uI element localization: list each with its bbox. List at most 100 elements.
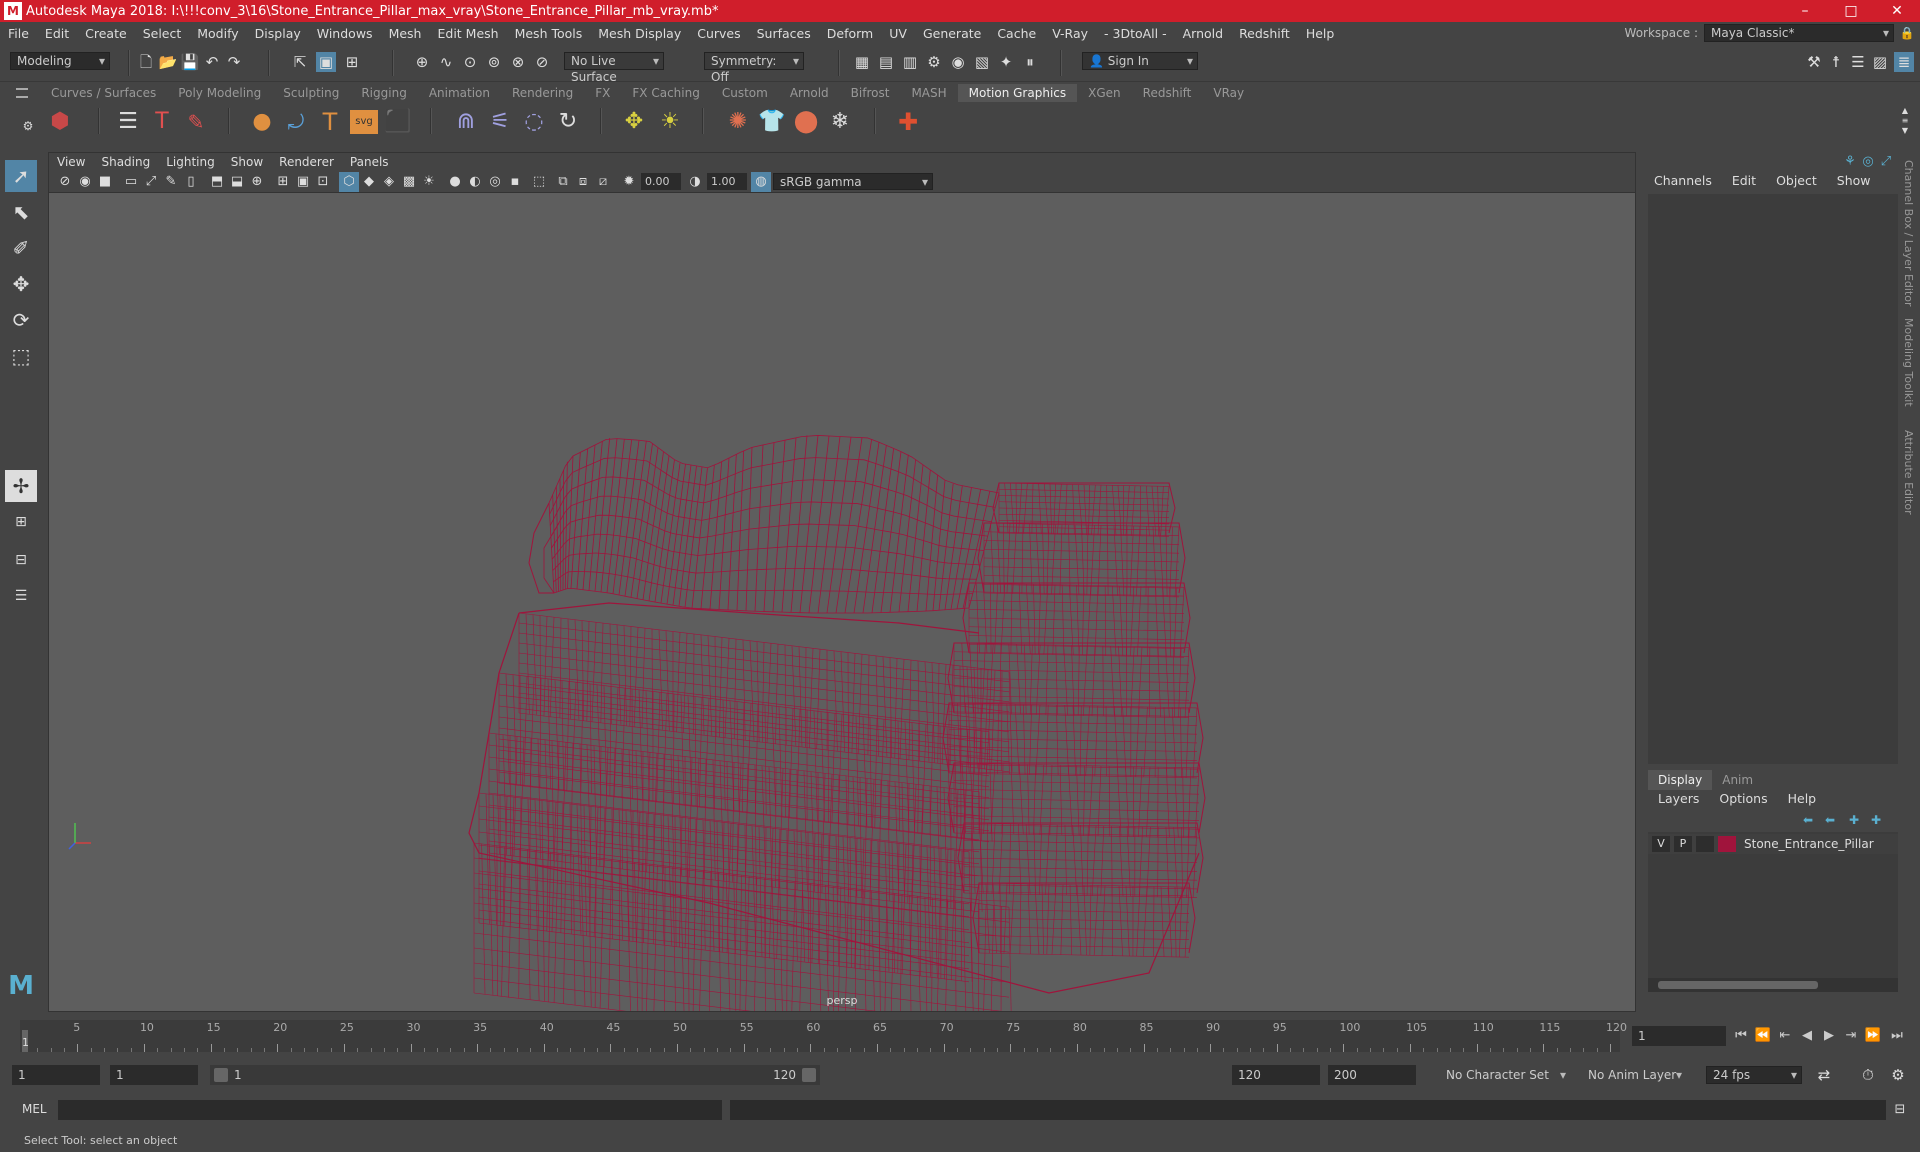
channel-object-menu[interactable]: Object: [1766, 172, 1827, 190]
range-start-handle[interactable]: [214, 1068, 228, 1082]
close-button[interactable]: ✕: [1874, 0, 1920, 22]
menu-mesh[interactable]: Mesh: [381, 26, 430, 41]
menu-surfaces[interactable]: Surfaces: [749, 26, 819, 41]
lasso-icon[interactable]: ◌: [520, 108, 548, 136]
camera-select-icon[interactable]: ⊘: [55, 172, 75, 192]
rotate-tool-icon[interactable]: ⟳: [5, 304, 37, 336]
new-scene-icon[interactable]: 🗋: [136, 52, 156, 72]
tool-settings-icon[interactable]: ▨: [1870, 52, 1890, 72]
layer-options-menu[interactable]: Options: [1709, 790, 1777, 808]
side-tab-attribute-editor[interactable]: Attribute Editor: [1902, 430, 1915, 515]
hair-icon[interactable]: ⚟: [486, 108, 514, 136]
ambient-occlusion-icon[interactable]: ◐: [465, 172, 485, 192]
menu-uv[interactable]: UV: [881, 26, 915, 41]
snap-edge-icon[interactable]: ⊘: [532, 52, 552, 72]
save-scene-icon[interactable]: 💾: [180, 52, 200, 72]
anti-aliasing-icon[interactable]: ▪: [505, 172, 525, 192]
wireframe-mesh[interactable]: [49, 193, 1636, 1012]
view-transform-dropdown[interactable]: sRGB gamma: [773, 173, 933, 190]
select-hierarchy-icon[interactable]: ⇱: [290, 52, 310, 72]
menu-display[interactable]: Display: [247, 26, 309, 41]
menu-help[interactable]: Help: [1298, 26, 1343, 41]
menu-set-dropdown[interactable]: Modeling: [10, 52, 110, 70]
timeline[interactable]: 1 5 10 15 20 25 30 35 40 45 50 55 60 65 70 75 80 85 90 95 1…: [20, 1020, 1627, 1052]
shelf-tab-rendering[interactable]: Rendering: [501, 84, 584, 102]
attribute-editor-icon[interactable]: ☰: [1848, 52, 1868, 72]
range-bar[interactable]: 1 120: [210, 1065, 820, 1085]
paint-select-tool-icon[interactable]: ✐: [5, 232, 37, 264]
shelf-tab-xgen[interactable]: XGen: [1077, 84, 1132, 102]
playback-end-field[interactable]: 120: [1232, 1065, 1320, 1085]
single-perspective-view-icon[interactable]: ✢: [5, 470, 37, 502]
text-tool-icon[interactable]: T: [148, 108, 176, 136]
step-back-frame-icon[interactable]: ⇤: [1774, 1026, 1796, 1046]
shelf-scroll-icon[interactable]: ▲ ≡ ▼: [1898, 106, 1912, 138]
svg-icon[interactable]: svg: [350, 110, 378, 134]
playback-start-field[interactable]: 1: [110, 1065, 198, 1085]
lock-icon[interactable]: 🔒: [1894, 26, 1920, 40]
viewport-menu-show[interactable]: Show: [223, 153, 271, 171]
grid-icon[interactable]: ⊞: [273, 172, 293, 192]
gamma-field[interactable]: 1.00: [707, 173, 747, 190]
menu-edit-mesh[interactable]: Edit Mesh: [429, 26, 506, 41]
shelf-menu-icon[interactable]: [16, 88, 28, 98]
move-tool-icon[interactable]: ✥: [5, 268, 37, 300]
menu-select[interactable]: Select: [135, 26, 190, 41]
layer-display-type[interactable]: [1696, 836, 1714, 852]
layer-name[interactable]: Stone_Entrance_Pillar: [1744, 837, 1874, 851]
open-scene-icon[interactable]: 📂: [158, 52, 178, 72]
viewport-menu-lighting[interactable]: Lighting: [158, 153, 223, 171]
play-backward-icon[interactable]: ◀: [1796, 1026, 1818, 1046]
shelf-tab-arnold[interactable]: Arnold: [779, 84, 840, 102]
render-settings-icon[interactable]: ⚙: [924, 52, 944, 72]
shelf-tab-fx[interactable]: FX: [584, 84, 621, 102]
image-plane-icon[interactable]: ▭: [121, 172, 141, 192]
tab-display[interactable]: Display: [1648, 770, 1713, 790]
viewport-menu-view[interactable]: View: [49, 153, 93, 171]
xray-icon[interactable]: ⧉: [553, 172, 573, 192]
menu-deform[interactable]: Deform: [819, 26, 881, 41]
render-view-icon[interactable]: ▦: [852, 52, 872, 72]
range-end-handle[interactable]: [802, 1068, 816, 1082]
menu-modify[interactable]: Modify: [189, 26, 246, 41]
viewport-menu-panels[interactable]: Panels: [342, 153, 397, 171]
menu-3dtoall[interactable]: - 3DtoAll -: [1096, 26, 1175, 41]
go-to-end-icon[interactable]: ⏭: [1886, 1026, 1908, 1046]
wireframe-on-shaded-icon[interactable]: ◈: [379, 172, 399, 192]
bookmark-icon[interactable]: ■: [95, 172, 115, 192]
hierarchy-icon[interactable]: ⚘: [1840, 152, 1860, 172]
menu-cache[interactable]: Cache: [989, 26, 1044, 41]
minimize-button[interactable]: –: [1782, 0, 1828, 22]
select-tool-icon[interactable]: ➚: [5, 160, 37, 192]
loop-icon[interactable]: ↻: [554, 108, 582, 136]
shelf-tab-rigging[interactable]: Rigging: [350, 84, 417, 102]
channel-box-body[interactable]: [1648, 194, 1898, 764]
smooth-shade-icon[interactable]: ◆: [359, 172, 379, 192]
move-layer-up-icon[interactable]: ⬅: [1798, 810, 1818, 830]
motion-blur-icon[interactable]: ◎: [485, 172, 505, 192]
menu-mesh-display[interactable]: Mesh Display: [590, 26, 689, 41]
shelf-settings-icon[interactable]: ⚙: [18, 116, 38, 136]
resolution-gate-icon[interactable]: ⬒: [207, 172, 227, 192]
isolate-select-icon[interactable]: ⬚: [529, 172, 549, 192]
viewport-menu-renderer[interactable]: Renderer: [271, 153, 342, 171]
outliner-layout-icon[interactable]: ☰: [5, 580, 37, 612]
xray-components-icon[interactable]: ⧄: [593, 172, 613, 192]
fps-dropdown[interactable]: 24 fps: [1706, 1066, 1802, 1084]
exposure-icon[interactable]: ✹: [619, 172, 639, 192]
loop-playback-icon[interactable]: ⇄: [1814, 1065, 1834, 1085]
mash-network-icon[interactable]: ⬢: [46, 108, 74, 136]
current-frame-field[interactable]: 1: [1632, 1026, 1726, 1046]
script-editor-icon[interactable]: ⊟: [1890, 1100, 1910, 1120]
node-icon[interactable]: ◎: [1858, 152, 1878, 172]
menu-curves[interactable]: Curves: [689, 26, 748, 41]
3d-scene[interactable]: persp: [49, 193, 1636, 1012]
particle-icon[interactable]: ✺: [724, 108, 752, 136]
select-object-icon[interactable]: ▣: [316, 52, 336, 72]
redo-icon[interactable]: ↷: [224, 52, 244, 72]
camera-attributes-icon[interactable]: ◉: [75, 172, 95, 192]
hypershade-icon[interactable]: ◉: [948, 52, 968, 72]
shelf-tab-custom[interactable]: Custom: [711, 84, 779, 102]
add-plus-icon[interactable]: ✚: [894, 108, 922, 136]
side-tab-modeling-toolkit[interactable]: Modeling Toolkit: [1902, 318, 1915, 407]
